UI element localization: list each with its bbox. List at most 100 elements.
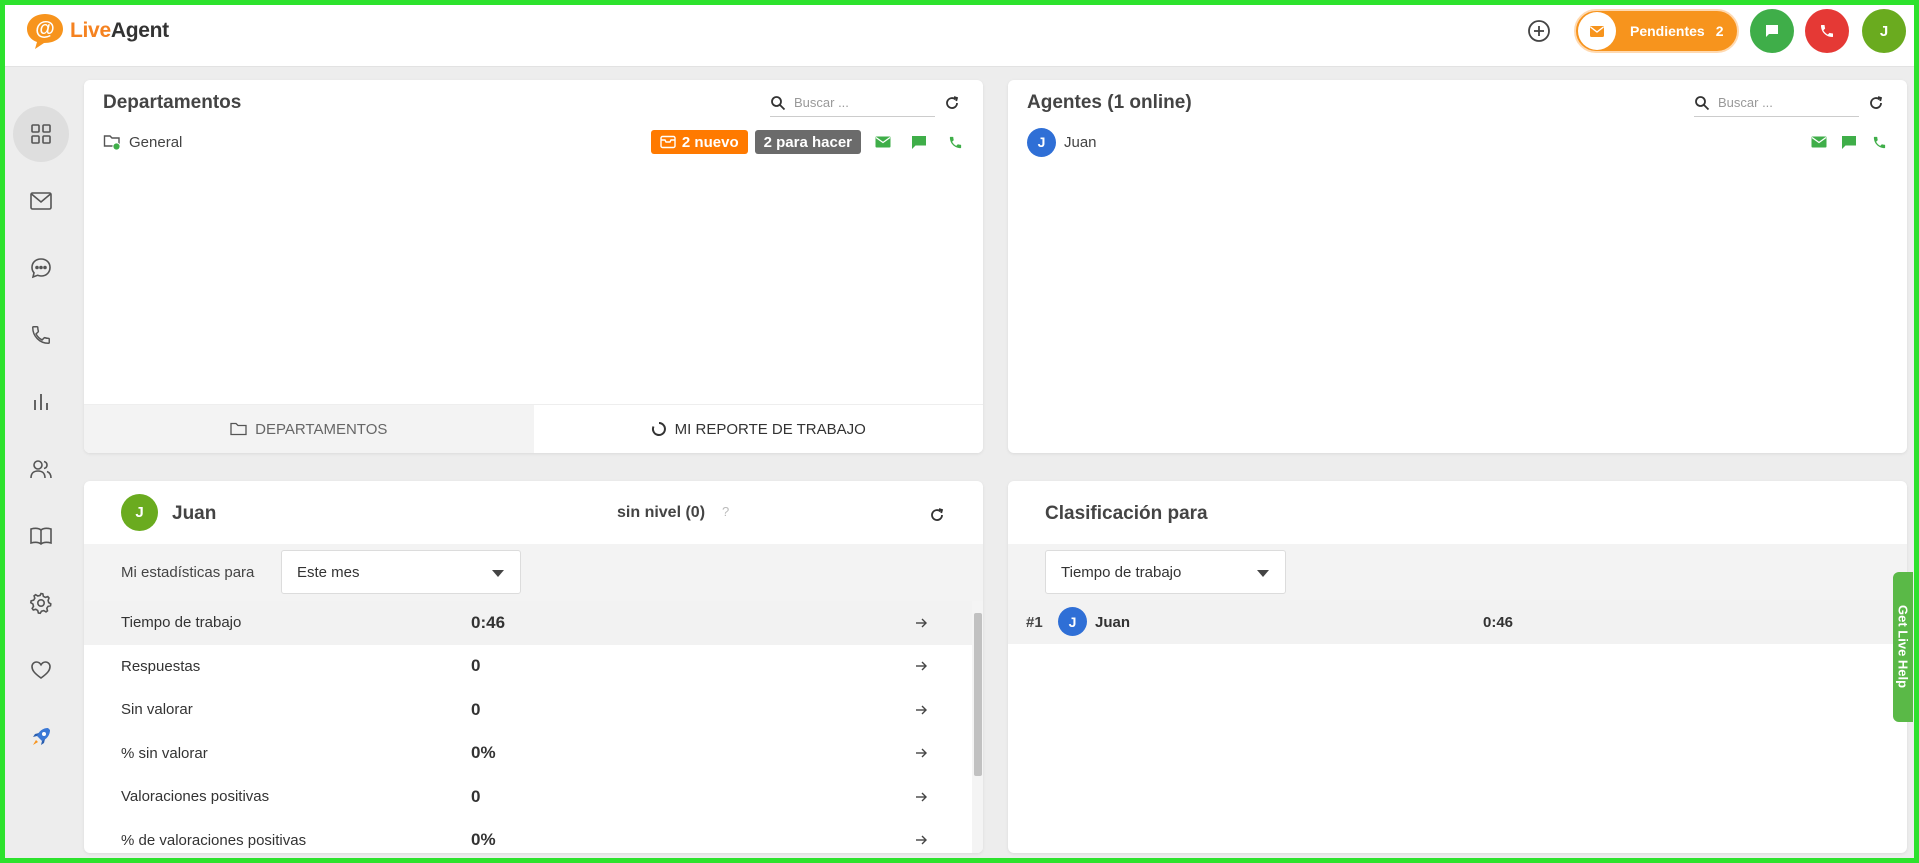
stats-period-value: Este mes	[297, 563, 360, 581]
stat-label: Sin valorar	[121, 701, 193, 719]
chevron-down-icon	[1257, 570, 1269, 577]
departments-search-input[interactable]	[794, 95, 924, 110]
stats-user-name: Juan	[172, 503, 217, 524]
departments-tabs: DEPARTAMENTOS MI REPORTE DE TRABAJO	[84, 404, 983, 453]
sidebar-item-tickets[interactable]	[13, 173, 69, 229]
stats-scrollbar-thumb[interactable]	[974, 613, 982, 776]
logo[interactable]: @ LiveAgent	[24, 12, 169, 50]
stat-value: 0	[471, 786, 481, 806]
level-help-icon[interactable]: ?	[722, 504, 729, 519]
departments-refresh-button[interactable]	[942, 93, 962, 113]
agent-chat-button[interactable]	[1835, 130, 1863, 154]
sidebar-item-favorites[interactable]	[13, 642, 69, 698]
sidebar-item-contacts[interactable]	[13, 441, 69, 497]
department-mail-button[interactable]	[869, 130, 897, 154]
pending-count: 2	[1715, 23, 1724, 39]
stats-header: J Juan sin nivel (0) ?	[84, 481, 983, 544]
logo-text-agent: Agent	[110, 19, 169, 42]
ranking-avatar-initial: J	[1068, 613, 1077, 630]
stats-period-select[interactable]: Este mes	[281, 550, 521, 594]
sidebar-item-reports[interactable]	[13, 374, 69, 430]
department-row[interactable]: General 2 nuevo 2 para hacer	[103, 128, 969, 156]
stats-refresh-button[interactable]	[927, 505, 947, 525]
live-help-tab[interactable]: Get Live Help	[1893, 572, 1913, 722]
reports-icon	[34, 394, 48, 410]
todo-tickets-badge[interactable]: 2 para hacer	[754, 130, 861, 154]
agents-panel: Agentes (1 online) J Juan	[1008, 80, 1907, 453]
sidebar-item-chats[interactable]	[13, 240, 69, 296]
departments-title: Departamentos	[103, 92, 242, 113]
liveagent-logo-icon: @	[24, 12, 66, 50]
mail-icon	[1811, 136, 1827, 148]
plus-circle-icon	[1528, 20, 1550, 42]
refresh-icon	[931, 508, 944, 521]
stats-filter-bar: Mi estadísticas para Este mes	[84, 544, 983, 601]
department-name: General	[129, 133, 183, 151]
department-call-button[interactable]	[941, 130, 969, 154]
logo-text-live: Live	[70, 19, 111, 42]
rocket-icon	[33, 728, 50, 745]
new-tickets-badge[interactable]: 2 nuevo	[650, 130, 748, 154]
sidebar-item-calls[interactable]	[13, 307, 69, 363]
refresh-icon	[946, 96, 959, 109]
agents-search-input[interactable]	[1718, 95, 1848, 110]
stat-row-responses[interactable]: Respuestas 0	[84, 645, 972, 689]
agent-call-button[interactable]	[1865, 130, 1893, 154]
agents-refresh-button[interactable]	[1866, 93, 1886, 113]
folder-icon	[230, 422, 247, 436]
user-avatar-initial: J	[1879, 22, 1889, 40]
contacts-icon	[30, 460, 52, 479]
tab-work-report[interactable]: MI REPORTE DE TRABAJO	[533, 405, 983, 453]
todo-tickets-label: 2 para hacer	[763, 133, 852, 151]
stat-label: % sin valorar	[121, 744, 208, 762]
department-chat-button[interactable]	[905, 130, 933, 154]
tab-departments[interactable]: DEPARTAMENTOS	[84, 405, 534, 453]
ranking-name: Juan	[1095, 613, 1131, 631]
ranking-row[interactable]: #1 J Juan 0:46	[1008, 600, 1907, 644]
ranking-position: #1	[1026, 613, 1043, 631]
stats-scrollbar[interactable]	[972, 601, 983, 853]
ranking-title: Clasificación para	[1045, 503, 1208, 524]
pending-button[interactable]: Pendientes 2	[1574, 9, 1739, 53]
ranking-panel: Clasificación para Tiempo de trabajo #1 …	[1008, 481, 1907, 853]
live-help-label: Get Live Help	[1895, 605, 1911, 689]
stats-user-initial: J	[135, 504, 144, 521]
heart-icon	[31, 661, 51, 679]
ranking-avatar: J	[1058, 607, 1087, 636]
stat-row-positive-ratings-percent[interactable]: % de valoraciones positivas 0%	[84, 819, 972, 854]
chevron-down-icon	[492, 570, 504, 577]
user-avatar-button[interactable]: J	[1862, 9, 1906, 53]
stat-row-unrated-percent[interactable]: % sin valorar 0%	[84, 732, 972, 776]
sidebar-item-knowledgebase[interactable]	[13, 508, 69, 564]
phone-icon	[1821, 25, 1833, 37]
ranking-metric-select[interactable]: Tiempo de trabajo	[1045, 550, 1286, 594]
stat-value: 0%	[471, 743, 496, 763]
arrow-right-icon	[916, 748, 927, 758]
departments-search[interactable]	[770, 89, 935, 117]
stat-row-positive-ratings[interactable]: Valoraciones positivas 0	[84, 775, 972, 819]
stats-panel: J Juan sin nivel (0) ? Mi estadísticas p…	[84, 481, 983, 853]
ranking-filter-bar: Tiempo de trabajo	[1008, 544, 1907, 601]
agent-row[interactable]: J Juan	[1027, 127, 1893, 157]
phone-status-button[interactable]	[1805, 9, 1849, 53]
stat-value: 0:46	[471, 612, 506, 632]
sidebar-item-dashboard[interactable]	[13, 106, 69, 162]
add-button[interactable]	[1526, 18, 1552, 44]
agent-mail-button[interactable]	[1805, 130, 1833, 154]
stats-filter-label: Mi estadísticas para	[121, 564, 255, 581]
stat-row-work-time[interactable]: Tiempo de trabajo 0:46	[84, 601, 972, 645]
pending-mail-icon	[1578, 12, 1616, 50]
chat-status-button[interactable]	[1750, 9, 1794, 53]
sidebar-item-getting-started[interactable]	[13, 709, 69, 765]
phone-icon	[949, 136, 961, 148]
stat-value: 0%	[471, 830, 496, 850]
agents-search[interactable]	[1694, 89, 1859, 117]
chat-icon	[1766, 25, 1778, 37]
departments-panel: Departamentos General 2 nuevo 2 para hac…	[84, 80, 983, 453]
stat-row-unrated[interactable]: Sin valorar 0	[84, 688, 972, 732]
agent-avatar: J	[1027, 127, 1056, 157]
chat-icon	[912, 135, 926, 149]
sidebar-item-settings[interactable]	[13, 575, 69, 631]
stat-value: 0	[471, 656, 481, 676]
search-icon	[1695, 95, 1710, 110]
